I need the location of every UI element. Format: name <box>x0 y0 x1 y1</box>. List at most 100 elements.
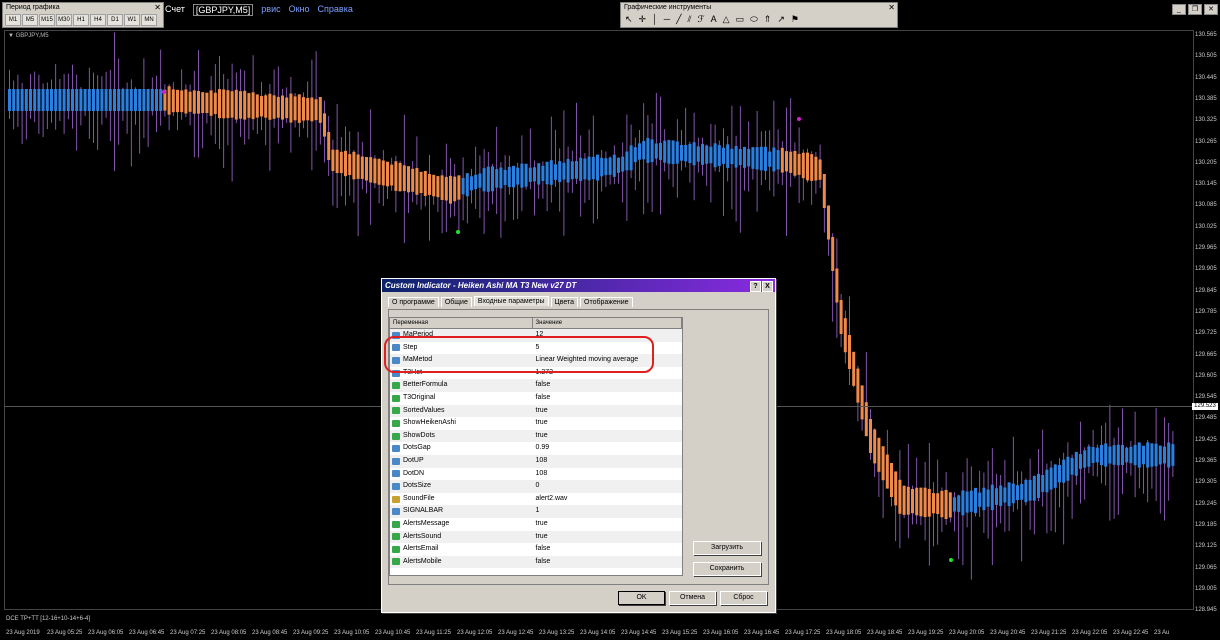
trendline-icon[interactable]: ╱ <box>676 14 681 25</box>
help-icon[interactable]: ? <box>750 281 761 292</box>
menu-account[interactable]: Счет <box>165 4 185 16</box>
period-button-m5[interactable]: M5 <box>22 14 38 26</box>
time-tick-label: 23 Aug 2019 <box>6 630 40 636</box>
param-value[interactable]: true <box>532 405 682 418</box>
param-value[interactable]: 0.99 <box>532 442 682 455</box>
period-button-m15[interactable]: M15 <box>39 14 55 26</box>
table-row[interactable]: AlertsEmail false <box>390 543 682 556</box>
boolean-type-icon <box>392 419 400 427</box>
menu-window[interactable]: Окно <box>289 4 310 16</box>
table-row[interactable]: BetterFormula false <box>390 379 682 392</box>
arrow-icon[interactable]: ↗ <box>777 14 785 25</box>
price-tick-label: 129.185 <box>1195 521 1217 528</box>
menu-service[interactable]: рвис <box>261 4 280 16</box>
param-value[interactable]: true <box>532 518 682 531</box>
table-row[interactable]: AlertsMessage true <box>390 518 682 531</box>
column-header-value[interactable]: Значение <box>533 318 682 328</box>
param-value[interactable]: true <box>532 430 682 443</box>
period-button-m1[interactable]: M1 <box>5 14 21 26</box>
tab-visualization[interactable]: Отображение <box>580 297 633 307</box>
vertical-line-icon[interactable]: │ <box>652 14 658 25</box>
chart-tab[interactable]: [GBPJPY,M5] <box>192 4 254 16</box>
param-value[interactable]: false <box>532 543 682 556</box>
table-row[interactable]: SIGNALBAR 1 <box>390 505 682 518</box>
param-value[interactable]: true <box>532 531 682 544</box>
crosshair-icon[interactable]: ✛ <box>639 14 647 25</box>
arrow-up-icon[interactable]: ⇑ <box>764 14 772 25</box>
table-row[interactable]: DotsSize 0 <box>390 480 682 493</box>
close-icon[interactable]: X <box>762 281 773 292</box>
column-header-variable[interactable]: Переменная <box>390 318 533 328</box>
price-axis: 130.565 130.505 130.445 130.385 130.325 130.2… <box>1192 30 1220 613</box>
period-button-h1[interactable]: H1 <box>73 14 89 26</box>
close-icon[interactable]: ✕ <box>888 3 895 12</box>
period-button-h4[interactable]: H4 <box>90 14 106 26</box>
symbol-marker-icon: ▼ <box>8 33 14 39</box>
tab-inputs[interactable]: Входные параметры <box>473 296 549 306</box>
price-tick-label: 129.305 <box>1195 479 1217 486</box>
tab-common[interactable]: Общие <box>440 297 472 307</box>
param-value[interactable]: true <box>532 417 682 430</box>
channel-icon[interactable]: ⫽ <box>688 14 692 25</box>
table-row[interactable]: SoundFile alert2.wav <box>390 493 682 506</box>
param-value[interactable]: false <box>532 392 682 405</box>
table-row[interactable]: T3Original false <box>390 392 682 405</box>
table-row[interactable]: AlertsMobile false <box>390 555 682 569</box>
boolean-type-icon <box>392 382 400 390</box>
table-row[interactable]: ShowHeikenAshi true <box>390 417 682 430</box>
time-tick-label: 23 Aug 10:05 <box>334 630 370 636</box>
rectangle-icon[interactable]: ▭ <box>736 14 745 25</box>
time-tick-label: 23 Aug 22:05 <box>1072 630 1108 636</box>
table-row[interactable]: AlertsSound true <box>390 530 682 544</box>
table-row[interactable]: SortedValues true <box>390 404 682 418</box>
price-tick-label: 130.265 <box>1195 138 1217 145</box>
tab-about[interactable]: О программе <box>388 297 439 307</box>
graphic-tools-title: Графические инструменты <box>621 3 897 12</box>
triangle-icon[interactable]: △ <box>723 14 730 25</box>
minimize-icon[interactable]: _ <box>1172 4 1186 15</box>
ok-button[interactable]: OK <box>618 591 665 605</box>
tab-colors[interactable]: Цвета <box>550 297 579 307</box>
boolean-type-icon <box>392 394 400 402</box>
param-value[interactable]: alert2.wav <box>532 493 682 506</box>
period-button-w1[interactable]: W1 <box>124 14 140 26</box>
param-value[interactable]: 0 <box>532 480 682 493</box>
param-value[interactable]: 1 <box>532 505 682 518</box>
horizontal-line-icon[interactable]: ─ <box>664 14 670 25</box>
table-row[interactable]: DotDN 108 <box>390 468 682 481</box>
close-icon[interactable]: ✕ <box>1204 4 1218 15</box>
dialog-tabs: О программе Общие Входные параметры Цвет… <box>388 296 633 307</box>
cancel-button[interactable]: Отмена <box>669 591 716 605</box>
price-tick-label: 129.845 <box>1195 287 1217 294</box>
price-tick-label: 129.485 <box>1195 415 1217 422</box>
param-value[interactable]: 108 <box>532 455 682 468</box>
period-button-mn[interactable]: MN <box>141 14 157 26</box>
menu-help[interactable]: Справка <box>318 4 353 16</box>
reset-button[interactable]: Сброс <box>720 591 767 605</box>
text-icon[interactable]: A <box>711 14 717 25</box>
ellipse-icon[interactable]: ⬭ <box>750 14 758 25</box>
period-button-m30[interactable]: M30 <box>56 14 72 26</box>
number-type-icon <box>392 482 400 490</box>
param-value[interactable]: false <box>532 556 682 569</box>
price-tick-label: 130.385 <box>1195 95 1217 102</box>
param-value[interactable]: 108 <box>532 468 682 481</box>
flag-icon[interactable]: ⚑ <box>791 14 799 25</box>
table-row[interactable]: DotsGap 0.99 <box>390 442 682 455</box>
param-value[interactable]: false <box>532 379 682 392</box>
boolean-type-icon <box>392 432 400 440</box>
restore-icon[interactable]: ❐ <box>1188 4 1202 15</box>
table-row[interactable]: ShowDots true <box>390 429 682 443</box>
time-tick-label: 23 Aug 10:45 <box>375 630 411 636</box>
table-row[interactable]: DotUP 108 <box>390 454 682 468</box>
param-name: SIGNALBAR <box>403 507 444 515</box>
fibo-icon[interactable]: ℱ <box>698 14 705 25</box>
param-name: T3Original <box>403 393 436 401</box>
close-icon[interactable]: ✕ <box>154 3 161 12</box>
cursor-icon[interactable]: ↖ <box>625 14 633 25</box>
chart-symbol-label: ▼ GBPJPY,M5 <box>8 33 49 39</box>
load-button[interactable]: Загрузить <box>693 541 761 555</box>
save-button[interactable]: Сохранить <box>693 562 761 576</box>
price-tick-label: 130.505 <box>1195 53 1217 60</box>
period-button-d1[interactable]: D1 <box>107 14 123 26</box>
